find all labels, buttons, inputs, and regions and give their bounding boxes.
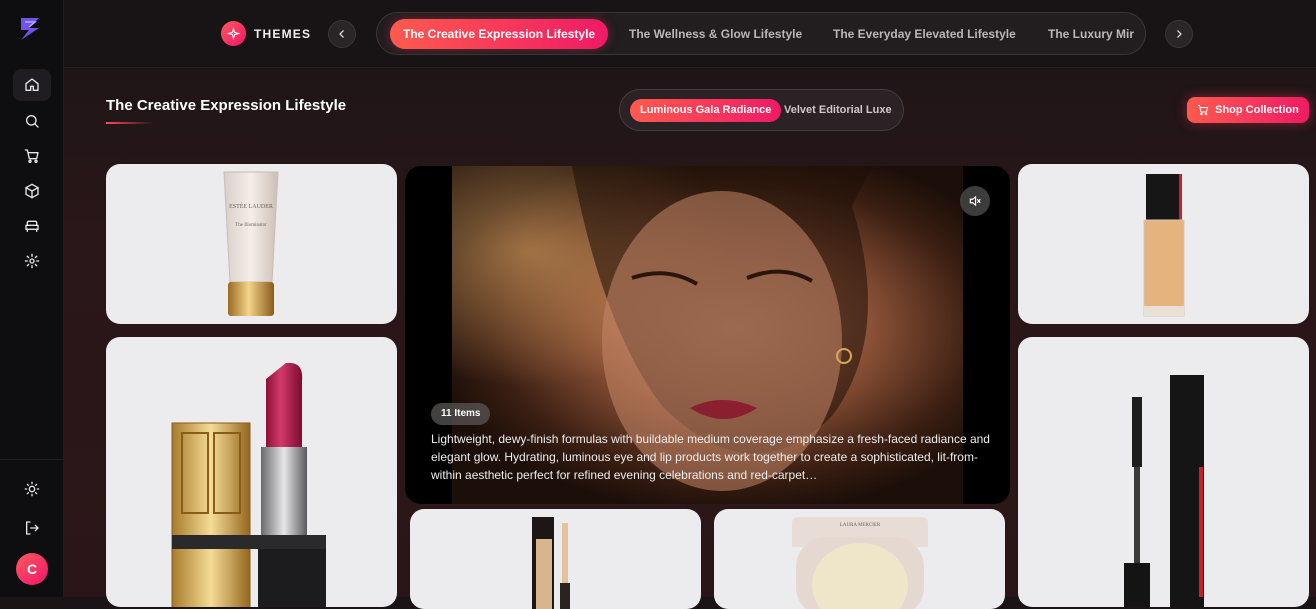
lipstick-image: [171, 362, 326, 607]
chevron-left-icon: [339, 30, 344, 38]
volume-mute-icon: [969, 195, 981, 207]
nav-rooms[interactable]: [13, 210, 51, 242]
nav-settings[interactable]: [13, 245, 51, 277]
items-count-badge: 11 Items: [431, 403, 491, 425]
theme-toggle[interactable]: [13, 473, 51, 505]
box-icon: [25, 183, 39, 199]
sofa-icon: [25, 220, 39, 232]
brand-logo-icon[interactable]: [15, 14, 45, 44]
tabs-next-button[interactable]: [1165, 20, 1193, 48]
concealer-image: [532, 517, 570, 609]
avatar[interactable]: C: [16, 553, 48, 585]
product-card-concealer[interactable]: [410, 509, 701, 609]
primer-brand-text: ESTÉE LAUDER: [229, 202, 273, 210]
logout-icon: [26, 521, 39, 535]
top-bar: THEMES The Creative Expression Lifestyle…: [64, 0, 1316, 68]
sidebar-divider: [0, 459, 64, 460]
chevron-right-icon: [1177, 30, 1182, 38]
mute-button[interactable]: [960, 186, 990, 216]
product-card-foundation[interactable]: [1018, 164, 1309, 324]
hero-video[interactable]: 11 Items Lightweight, dewy-finish formul…: [405, 166, 1010, 504]
tabs-prev-button[interactable]: [328, 20, 356, 48]
cart-icon: [24, 149, 39, 163]
foundation-bottle-image: [1143, 174, 1185, 317]
hero-description: Lightweight, dewy-finish formulas with b…: [431, 432, 990, 482]
settings-icon: [24, 253, 40, 269]
themes-header: THEMES: [221, 21, 311, 46]
product-card-lipstick[interactable]: [106, 337, 397, 607]
themes-label: THEMES: [254, 26, 312, 41]
title-underline: [106, 122, 154, 124]
sidebar: C: [0, 0, 64, 597]
shop-collection-label: Shop Collection: [1215, 104, 1299, 116]
nav-cart[interactable]: [13, 140, 51, 172]
subtab-luminous-gala[interactable]: Luminous Gala Radiance: [630, 99, 782, 122]
tab-creative-expression[interactable]: The Creative Expression Lifestyle: [390, 19, 609, 49]
product-card-compact[interactable]: LAURA MERCIER: [714, 509, 1005, 609]
compact-image: LAURA MERCIER: [792, 517, 928, 609]
home-icon: [25, 78, 39, 91]
compact-brand-text: LAURA MERCIER: [840, 523, 881, 528]
sun-icon: [24, 481, 40, 497]
theme-tabs: The Creative Expression Lifestyle The We…: [376, 12, 1146, 55]
search-icon: [26, 115, 39, 128]
nav-products[interactable]: [13, 175, 51, 207]
subtab-velvet-editorial[interactable]: Velvet Editorial Luxe: [784, 99, 892, 122]
product-card-mascara[interactable]: [1018, 337, 1309, 607]
main-content: THEMES The Creative Expression Lifestyle…: [64, 0, 1316, 609]
collection-subtabs: Luminous Gala Radiance Velvet Editorial …: [619, 89, 904, 131]
cart-icon: [1198, 105, 1209, 116]
section-title: The Creative Expression Lifestyle: [106, 97, 347, 114]
tab-wellness-glow[interactable]: The Wellness & Glow Lifestyle: [629, 19, 802, 49]
tab-everyday-elevated[interactable]: The Everyday Elevated Lifestyle: [833, 19, 1016, 49]
logout-button[interactable]: [13, 512, 51, 544]
nav-home[interactable]: [13, 69, 51, 101]
sparkle-icon: [221, 21, 246, 46]
mascara-image: [1124, 375, 1204, 607]
nav-search[interactable]: [13, 105, 51, 137]
tab-luxury[interactable]: The Luxury Mir: [1048, 19, 1134, 49]
product-card-primer[interactable]: ESTÉE LAUDER The Illuminator: [106, 164, 397, 324]
primer-name-text: The Illuminator: [235, 223, 267, 228]
shop-collection-button[interactable]: Shop Collection: [1187, 97, 1309, 123]
primer-tube-image: ESTÉE LAUDER The Illuminator: [223, 171, 279, 316]
